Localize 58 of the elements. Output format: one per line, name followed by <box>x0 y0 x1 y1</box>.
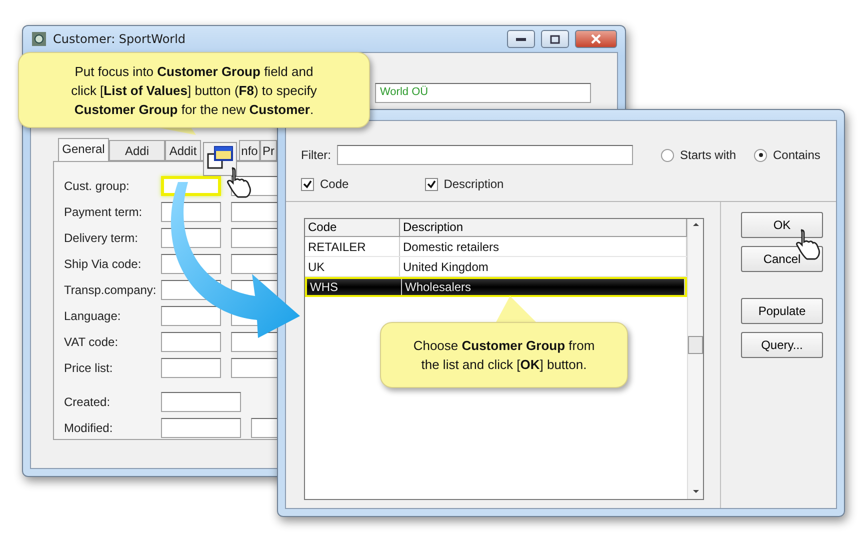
field-label: Transp.company: <box>64 283 158 297</box>
callout-text: Put focus into Customer Group field and click [List of Values] button (F8) to specify Customer Group for the new Customer. <box>70 62 318 118</box>
field-label: Ship Via code: <box>64 257 142 271</box>
column-header[interactable]: Description <box>400 219 687 237</box>
tab[interactable]: Addit <box>165 140 201 161</box>
app-icon <box>31 31 47 47</box>
table-cell: UK <box>305 257 400 276</box>
checkbox[interactable] <box>301 178 314 190</box>
field-label: Created: <box>64 395 112 409</box>
input-field[interactable] <box>161 332 221 352</box>
field-label: Payment term: <box>64 205 144 219</box>
list-row[interactable]: WHS Wholesalers <box>305 277 687 297</box>
field-label: Price list: <box>64 361 114 375</box>
table-cell: Wholesalers <box>402 279 685 295</box>
checkbox-label: Code <box>320 177 349 191</box>
maximize-button[interactable] <box>541 30 569 48</box>
window-title: Customer: SportWorld <box>53 32 186 46</box>
field-label: Language: <box>64 309 122 323</box>
dialog-button[interactable]: Query... <box>741 332 823 358</box>
dialog-button[interactable]: OK <box>741 212 823 238</box>
input-field[interactable] <box>161 392 241 412</box>
scroll-thumb[interactable] <box>688 336 703 354</box>
input-field[interactable] <box>161 418 241 438</box>
field-label: Delivery term: <box>64 231 140 245</box>
list-row[interactable]: RETAILER Domestic retailers <box>305 237 687 257</box>
filter-field[interactable] <box>337 145 633 165</box>
close-button[interactable] <box>575 30 617 48</box>
dialog-button[interactable]: Populate <box>741 298 823 324</box>
radio-button[interactable] <box>754 148 768 162</box>
radio-label: Contains <box>773 148 820 162</box>
list-row[interactable]: UK United Kingdom <box>305 257 687 277</box>
checkbox[interactable] <box>424 178 438 190</box>
maximize-icon <box>550 34 560 44</box>
callout-text: Choose Customer Group from the list and click [OK] button. <box>412 337 596 374</box>
radio-label: Starts with <box>680 148 736 162</box>
filter-label: Filter: <box>301 148 331 162</box>
tab[interactable]: Pr <box>260 140 277 161</box>
table-cell: RETAILER <box>305 237 400 256</box>
tab[interactable]: nfo <box>239 140 260 161</box>
tab[interactable]: Addi <box>109 140 165 161</box>
input-field[interactable] <box>161 358 221 378</box>
list-of-values-icon[interactable] <box>203 142 237 176</box>
table-cell: WHS <box>307 279 402 295</box>
tab[interactable]: General <box>58 138 109 161</box>
scroll-down-icon <box>692 490 698 493</box>
name-field[interactable]: World OÜ <box>375 83 591 103</box>
field-label: Modified: <box>64 421 114 435</box>
checkbox-label: Description <box>444 177 504 191</box>
column-header[interactable]: Code <box>305 219 400 237</box>
field-label: VAT code: <box>64 335 120 349</box>
field-label: Cust. group: <box>64 179 130 193</box>
scroll-up-icon <box>692 223 698 226</box>
minimize-button[interactable] <box>507 30 535 48</box>
minimize-icon <box>516 38 526 40</box>
scrollbar[interactable] <box>687 219 703 499</box>
close-icon <box>591 34 601 44</box>
input-field[interactable] <box>161 306 221 326</box>
radio-button[interactable] <box>661 148 674 162</box>
